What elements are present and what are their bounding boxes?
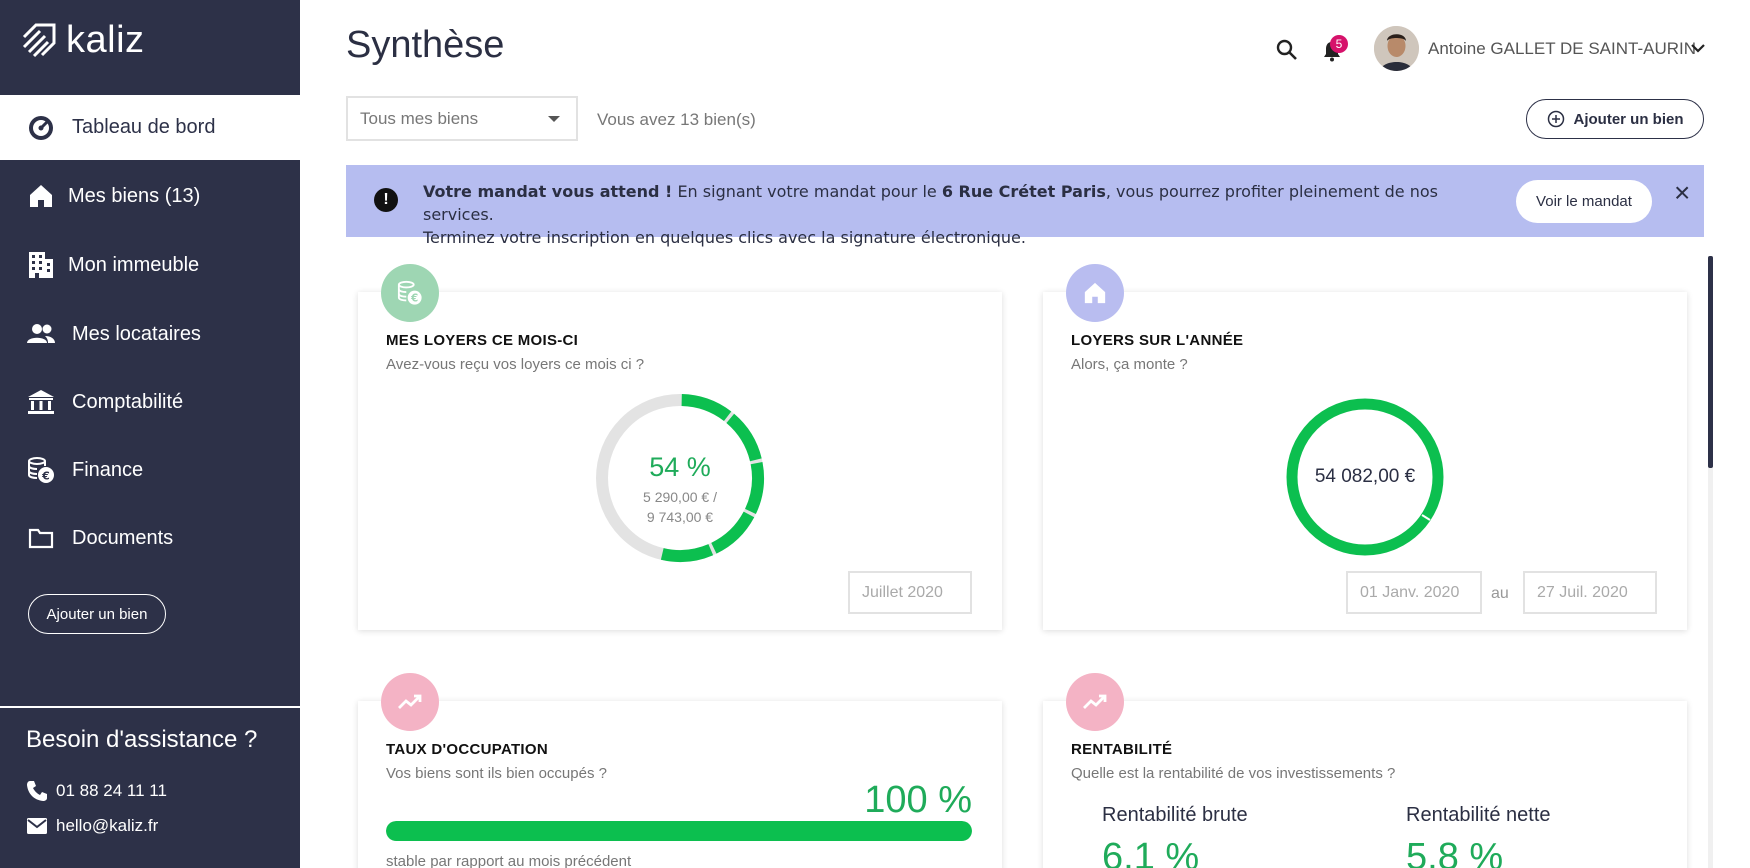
sidebar-item-mon-immeuble[interactable]: Mon immeuble: [0, 235, 300, 295]
sidebar-item-label: Comptabilité: [72, 390, 184, 413]
brand-name: kaliz: [66, 18, 145, 61]
property-select[interactable]: Tous mes biens: [346, 96, 578, 141]
occupancy-bar: [386, 821, 972, 841]
banner-line2: Terminez votre inscription en quelques c…: [423, 228, 1026, 247]
coins-euro-icon: €: [26, 455, 56, 485]
trending-up-icon: [1083, 694, 1107, 709]
sidebar-item-label: Tableau de bord: [72, 116, 216, 138]
card-monthly-rent: MES LOYERS CE MOIS-CI Avez-vous reçu vos…: [358, 292, 1002, 630]
occupancy-bar-fill: [386, 821, 972, 841]
search-icon[interactable]: [1275, 38, 1299, 62]
gross-yield-value: 6,1 %: [1102, 836, 1200, 868]
card-subtitle: Avez-vous reçu vos loyers ce mois ci ?: [386, 356, 645, 373]
mail-icon: [27, 818, 47, 834]
trending-up-icon: [398, 694, 422, 709]
page-title: Synthèse: [346, 24, 505, 66]
phone-icon: [27, 781, 47, 801]
date-separator: au: [1491, 585, 1509, 602]
property-select-value: Tous mes biens: [360, 108, 479, 128]
banner-strong: Votre mandat vous attend !: [423, 182, 673, 201]
svg-text:€: €: [410, 294, 418, 305]
help-phone[interactable]: 01 88 24 11 11: [26, 780, 167, 802]
kaliz-logo[interactable]: kaliz: [20, 16, 145, 64]
people-icon: [26, 319, 56, 349]
coins-euro-icon: €: [397, 280, 422, 305]
net-yield-value: 5,8 %: [1406, 836, 1504, 868]
building-icon: [26, 250, 56, 280]
help-email[interactable]: hello@kaliz.fr: [26, 816, 158, 836]
net-yield-label: Rentabilité nette: [1406, 804, 1551, 826]
card-badge-profitability: [1066, 673, 1124, 731]
monthly-rent-amount-line1: 5 290,00 € /: [643, 489, 717, 505]
sidebar-item-label: Finance: [72, 458, 144, 481]
card-badge-yearly-rent: [1066, 264, 1124, 322]
monthly-rent-arc-segment: [660, 544, 714, 562]
sidebar-divider: [0, 706, 300, 708]
notification-badge: 5: [1330, 35, 1348, 53]
date-to-input[interactable]: 27 Juil. 2020: [1523, 571, 1657, 614]
sidebar: kaliz Tableau de bord Mes biens (13) Mon…: [0, 0, 300, 868]
help-title: Besoin d'assistance ?: [26, 726, 258, 753]
banner-text-before: En signant votre mandat pour le: [672, 182, 942, 201]
help-email-address: hello@kaliz.fr: [56, 816, 159, 835]
card-yearly-rent: LOYERS SUR L'ANNÉE Alors, ça monte ? 54 …: [1043, 292, 1687, 630]
card-subtitle: Quelle est la rentabilité de vos investi…: [1071, 765, 1396, 782]
date-from-input[interactable]: 01 Janv. 2020: [1346, 571, 1482, 614]
card-profitability: RENTABILITÉ Quelle est la rentabilité de…: [1043, 701, 1687, 868]
avatar[interactable]: [1374, 26, 1419, 71]
sidebar-add-property-button[interactable]: Ajouter un bien: [28, 594, 166, 634]
card-title: LOYERS SUR L'ANNÉE: [1071, 332, 1244, 349]
card-title: MES LOYERS CE MOIS-CI: [386, 332, 579, 349]
scrollbar-thumb[interactable]: [1708, 256, 1713, 468]
help-phone-number: 01 88 24 11 11: [56, 781, 167, 800]
card-title: TAUX D'OCCUPATION: [386, 741, 548, 758]
occupancy-value: 100 %: [864, 779, 972, 821]
close-icon[interactable]: ×: [1674, 177, 1690, 209]
sidebar-item-finance[interactable]: € Finance: [0, 440, 300, 500]
card-title: RENTABILITÉ: [1071, 741, 1173, 758]
banner-message: Votre mandat vous attend ! En signant vo…: [423, 180, 1513, 249]
svg-text:€: €: [41, 470, 50, 483]
plus-circle-icon: [1547, 110, 1564, 128]
home-icon: [26, 181, 56, 211]
sidebar-item-label: Mes biens (13): [68, 184, 201, 207]
yearly-rent-total: 54 082,00 €: [1314, 466, 1416, 487]
sidebar-item-label: Documents: [72, 526, 174, 549]
caret-down-icon: [548, 116, 560, 122]
occupancy-note: stable par rapport au mois précédent: [386, 853, 632, 868]
sidebar-item-label: Mes locataires: [72, 322, 201, 345]
monthly-rent-center: 54 % 5 290,00 € / 9 743,00 €: [594, 452, 766, 527]
month-picker[interactable]: Juillet 2020: [848, 571, 972, 614]
home-icon: [1084, 282, 1106, 304]
card-badge-occupancy: [381, 673, 439, 731]
user-name[interactable]: Antoine GALLET DE SAINT-AURIN: [1428, 39, 1696, 59]
add-property-label: Ajouter un bien: [1573, 110, 1684, 128]
sidebar-item-documents[interactable]: Documents: [0, 508, 300, 568]
dashboard-gauge-icon: [26, 113, 56, 143]
bank-icon: [26, 387, 56, 417]
sidebar-item-comptabilite[interactable]: Comptabilité: [0, 372, 300, 432]
card-occupancy: TAUX D'OCCUPATION Vos biens sont ils bie…: [358, 701, 1002, 868]
property-count: Vous avez 13 bien(s): [597, 110, 756, 129]
banner-address: 6 Rue Crétet Paris: [941, 182, 1106, 201]
sidebar-item-mes-locataires[interactable]: Mes locataires: [0, 304, 300, 364]
folder-icon: [26, 523, 56, 553]
mandate-banner: ! Votre mandat vous attend ! En signant …: [346, 165, 1704, 247]
chevron-down-icon[interactable]: [1690, 40, 1706, 56]
alert-icon: !: [374, 188, 398, 212]
card-subtitle: Vos biens sont ils bien occupés ?: [386, 765, 607, 782]
monthly-rent-amount-line2: 9 743,00 €: [646, 509, 714, 525]
sidebar-item-label: Mon immeuble: [68, 253, 200, 276]
monthly-rent-percent: 54 %: [649, 452, 711, 482]
gross-yield-label: Rentabilité brute: [1102, 804, 1248, 826]
card-subtitle: Alors, ça monte ?: [1071, 356, 1188, 373]
add-property-button[interactable]: Ajouter un bien: [1526, 99, 1704, 139]
kaliz-logo-icon: [22, 23, 56, 58]
sidebar-item-tableau-de-bord[interactable]: Tableau de bord: [0, 95, 300, 160]
view-mandate-button[interactable]: Voir le mandat: [1516, 180, 1652, 223]
monthly-rent-arc-segment: [681, 394, 732, 422]
card-badge-monthly-rent: €: [381, 264, 439, 322]
sidebar-item-mes-biens[interactable]: Mes biens (13): [0, 166, 300, 226]
